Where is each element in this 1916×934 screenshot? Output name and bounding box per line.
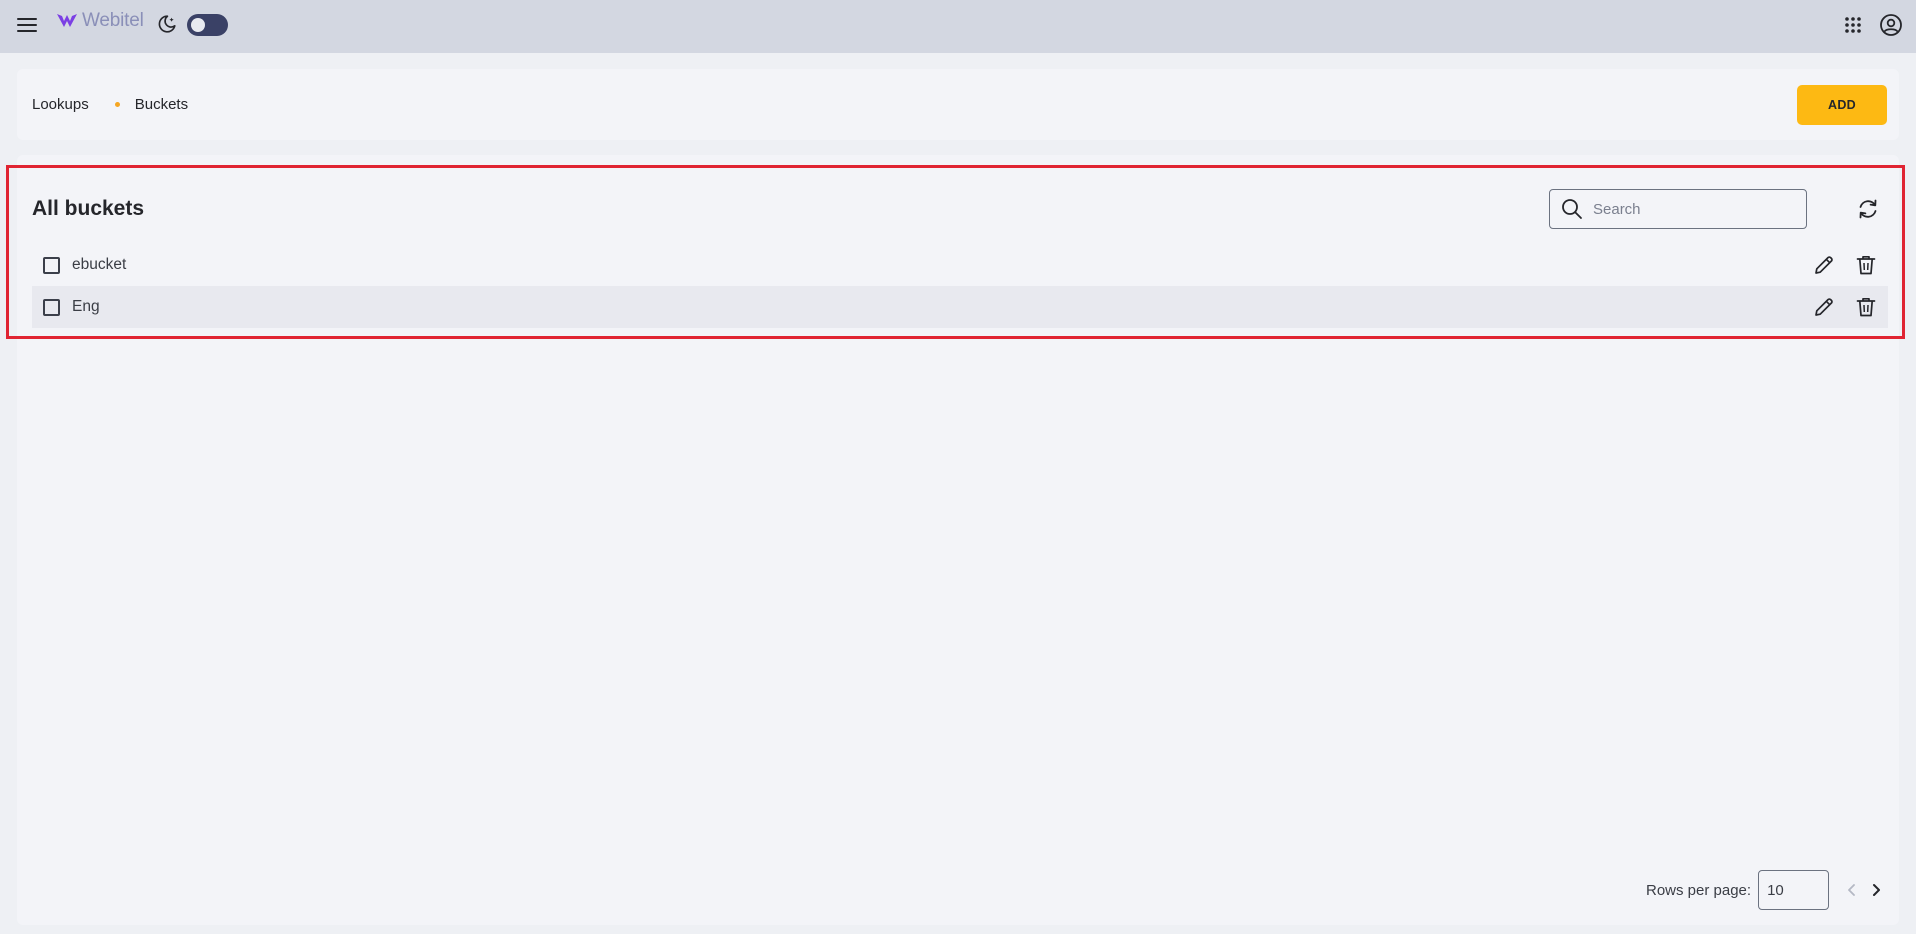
hamburger-menu-icon[interactable] [16, 14, 38, 36]
row-checkbox[interactable] [43, 256, 60, 274]
chevron-right-icon[interactable] [1867, 881, 1885, 899]
breadcrumb-separator [114, 102, 120, 107]
search-icon[interactable] [1560, 197, 1584, 221]
search-field[interactable] [1549, 189, 1807, 229]
table-row[interactable]: ebucket [32, 244, 1888, 286]
page-header: Lookups Buckets [17, 69, 1899, 140]
chevron-left-icon[interactable] [1843, 881, 1861, 899]
top-bar: Webitel [0, 0, 1916, 53]
section-title: All buckets [32, 197, 145, 220]
toggle-knob [191, 18, 205, 32]
edit-pencil-icon[interactable] [1812, 295, 1836, 319]
refresh-icon[interactable] [1856, 197, 1880, 221]
account-circle-icon[interactable] [1879, 13, 1903, 37]
add-button[interactable]: ADD [1797, 85, 1887, 125]
trash-icon[interactable] [1854, 253, 1878, 277]
breadcrumb-item-buckets: Buckets [134, 96, 189, 113]
brand-name: Webitel [82, 10, 144, 31]
theme-toggle[interactable] [187, 14, 228, 36]
row-name[interactable]: ebucket [72, 256, 126, 274]
row-name[interactable]: Eng [72, 298, 100, 316]
table-row[interactable]: Eng [32, 286, 1888, 328]
brand-logo[interactable]: Webitel [56, 10, 144, 32]
trash-icon[interactable] [1854, 295, 1878, 319]
row-checkbox[interactable] [43, 298, 60, 316]
apps-grid-icon[interactable] [1843, 15, 1863, 35]
breadcrumb: Lookups Buckets [32, 96, 188, 113]
edit-pencil-icon[interactable] [1812, 253, 1836, 277]
breadcrumb-item-lookups[interactable]: Lookups [32, 96, 89, 113]
rows-per-page-label: Rows per page: [1646, 881, 1752, 899]
rows-per-page-select[interactable]: 10 [1758, 870, 1830, 910]
webitel-logo-icon [57, 14, 77, 27]
search-input[interactable] [1593, 200, 1793, 218]
pagination: Rows per page: 10 [1646, 870, 1885, 910]
moon-star-icon [158, 15, 176, 33]
